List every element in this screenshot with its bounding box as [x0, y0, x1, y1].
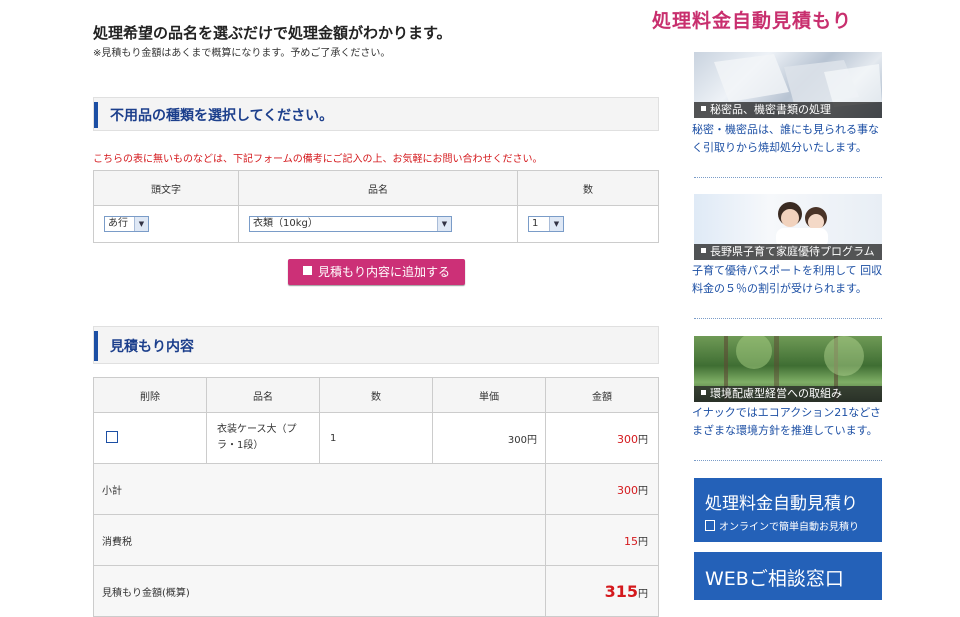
yen-unit: 円: [638, 536, 648, 548]
consult-title: WEBご相談窓口: [705, 568, 844, 590]
heading-accent-bar: [94, 102, 98, 128]
site-title: 処理料金自動見積もり: [652, 10, 853, 32]
total-cell: 315円: [545, 565, 659, 617]
divider: [694, 177, 882, 178]
yen-unit: 円: [638, 588, 648, 600]
total-label: 見積もり金額(概算): [93, 565, 546, 617]
caption-text: 環境配慮型経営への取組み: [710, 387, 842, 400]
add-button-label: 見積もり内容に追加する: [317, 265, 450, 279]
col-name: 品名: [206, 377, 320, 413]
intro-title: 処理希望の品名を選ぶだけで処理金額がわかります。: [93, 24, 452, 42]
col-item: 品名: [238, 170, 518, 206]
yen-unit: 円: [638, 434, 648, 446]
intro-note: ※見積もり金額はあくまで概算になります。予めご了承ください。: [93, 48, 391, 59]
subtotal-label: 小計: [93, 463, 546, 515]
banner-title: 処理料金自動見積り: [705, 494, 858, 514]
heading-accent-bar: [94, 331, 98, 361]
initial-select-value: あ行: [108, 218, 128, 229]
square-bullet-icon: [701, 248, 706, 253]
banner-sub-text: オンラインで簡単自動お見積り: [719, 522, 859, 533]
caption-text: 秘密品、機密書類の処理: [710, 103, 831, 116]
square-bullet-icon: [701, 106, 706, 111]
divider: [694, 460, 882, 461]
chevron-down-icon: ▼: [437, 217, 451, 231]
card-confidential-caption: 秘密品、機密書類の処理: [694, 102, 882, 118]
web-consult-banner[interactable]: WEBご相談窓口: [694, 552, 882, 600]
qty-cell: 1 ▼: [517, 205, 659, 243]
square-bullet-icon: [302, 266, 312, 275]
card-childcare-text[interactable]: 子育て優待パスポートを利用して 回収料金の５％の割引が受けられます。: [692, 262, 884, 298]
row-name: 衣装ケース大（プラ・1段）: [206, 412, 320, 464]
item-select-table: 頭文字 品名 数 あ行 ▼ 衣類（10kg） ▼ 1 ▼: [93, 170, 659, 243]
col-delete: 削除: [93, 377, 207, 413]
yen-unit: 円: [638, 485, 648, 497]
card-childcare-image[interactable]: 長野県子育て家庭優待プログラム: [694, 194, 882, 260]
delete-checkbox[interactable]: [106, 430, 118, 443]
estimate-table: 削除 品名 数 単価 金額 衣装ケース大（プラ・1段） 1 300円 300円 …: [93, 377, 659, 617]
qty-select-value: 1: [532, 218, 539, 229]
initial-cell: あ行 ▼: [93, 205, 239, 243]
estimate-heading-text: 見積もり内容: [110, 339, 194, 355]
contact-note: こちらの表に無いものなどは、下記フォームの備考にご記入の上、お気軽にお問い合わせ…: [93, 154, 543, 165]
col-unit-price: 単価: [432, 377, 546, 413]
qty-select[interactable]: 1 ▼: [528, 216, 564, 232]
caption-text: 長野県子育て家庭優待プログラム: [710, 245, 875, 258]
subtotal-value: 300: [617, 483, 638, 497]
col-amount: 金額: [545, 377, 659, 413]
card-environment-image[interactable]: 環境配慮型経営への取組み: [694, 336, 882, 402]
subtotal-cell: 300円: [545, 463, 659, 515]
item-select[interactable]: 衣類（10kg） ▼: [249, 216, 452, 232]
tax-label: 消費税: [93, 514, 546, 566]
row-unit-price: 300円: [432, 412, 546, 464]
item-select-value: 衣類（10kg）: [253, 218, 318, 229]
initial-select[interactable]: あ行 ▼: [104, 216, 149, 232]
card-environment-text[interactable]: イナックではエコアクション21などさまざまな環境方針を推進しています。: [692, 404, 884, 440]
card-confidential-image[interactable]: 秘密品、機密書類の処理: [694, 52, 882, 118]
total-value: 315: [604, 581, 638, 601]
select-section-heading: 不用品の種類を選択してください。: [93, 97, 659, 131]
item-cell: 衣類（10kg） ▼: [238, 205, 518, 243]
tax-cell: 15円: [545, 514, 659, 566]
table-row: 衣装ケース大（プラ・1段） 1 300円 300円: [93, 412, 659, 464]
col-qty: 数: [517, 170, 659, 206]
row-qty: 1: [319, 412, 433, 464]
card-environment-caption: 環境配慮型経営への取組み: [694, 386, 882, 402]
card-childcare-caption: 長野県子育て家庭優待プログラム: [694, 244, 882, 260]
tax-value: 15: [624, 534, 638, 548]
delete-cell: [93, 412, 207, 464]
estimate-section-heading: 見積もり内容: [93, 326, 659, 364]
square-bullet-icon: [701, 390, 706, 395]
select-heading-text: 不用品の種類を選択してください。: [110, 108, 334, 124]
card-confidential-text[interactable]: 秘密・機密品は、誰にも見られる事なく引取りから焼却処分いたします。: [692, 121, 884, 157]
chevron-down-icon: ▼: [549, 217, 563, 231]
banner-sub: オンラインで簡単自動お見積り: [705, 518, 859, 533]
row-amount: 300: [617, 432, 638, 446]
add-to-estimate-button[interactable]: 見積もり内容に追加する: [288, 259, 465, 285]
document-icon: [705, 520, 715, 531]
col-initial: 頭文字: [93, 170, 239, 206]
divider: [694, 318, 882, 319]
col-qty: 数: [319, 377, 433, 413]
chevron-down-icon: ▼: [134, 217, 148, 231]
auto-estimate-banner[interactable]: 処理料金自動見積り オンラインで簡単自動お見積り: [694, 478, 882, 542]
row-amount-cell: 300円: [545, 412, 659, 464]
